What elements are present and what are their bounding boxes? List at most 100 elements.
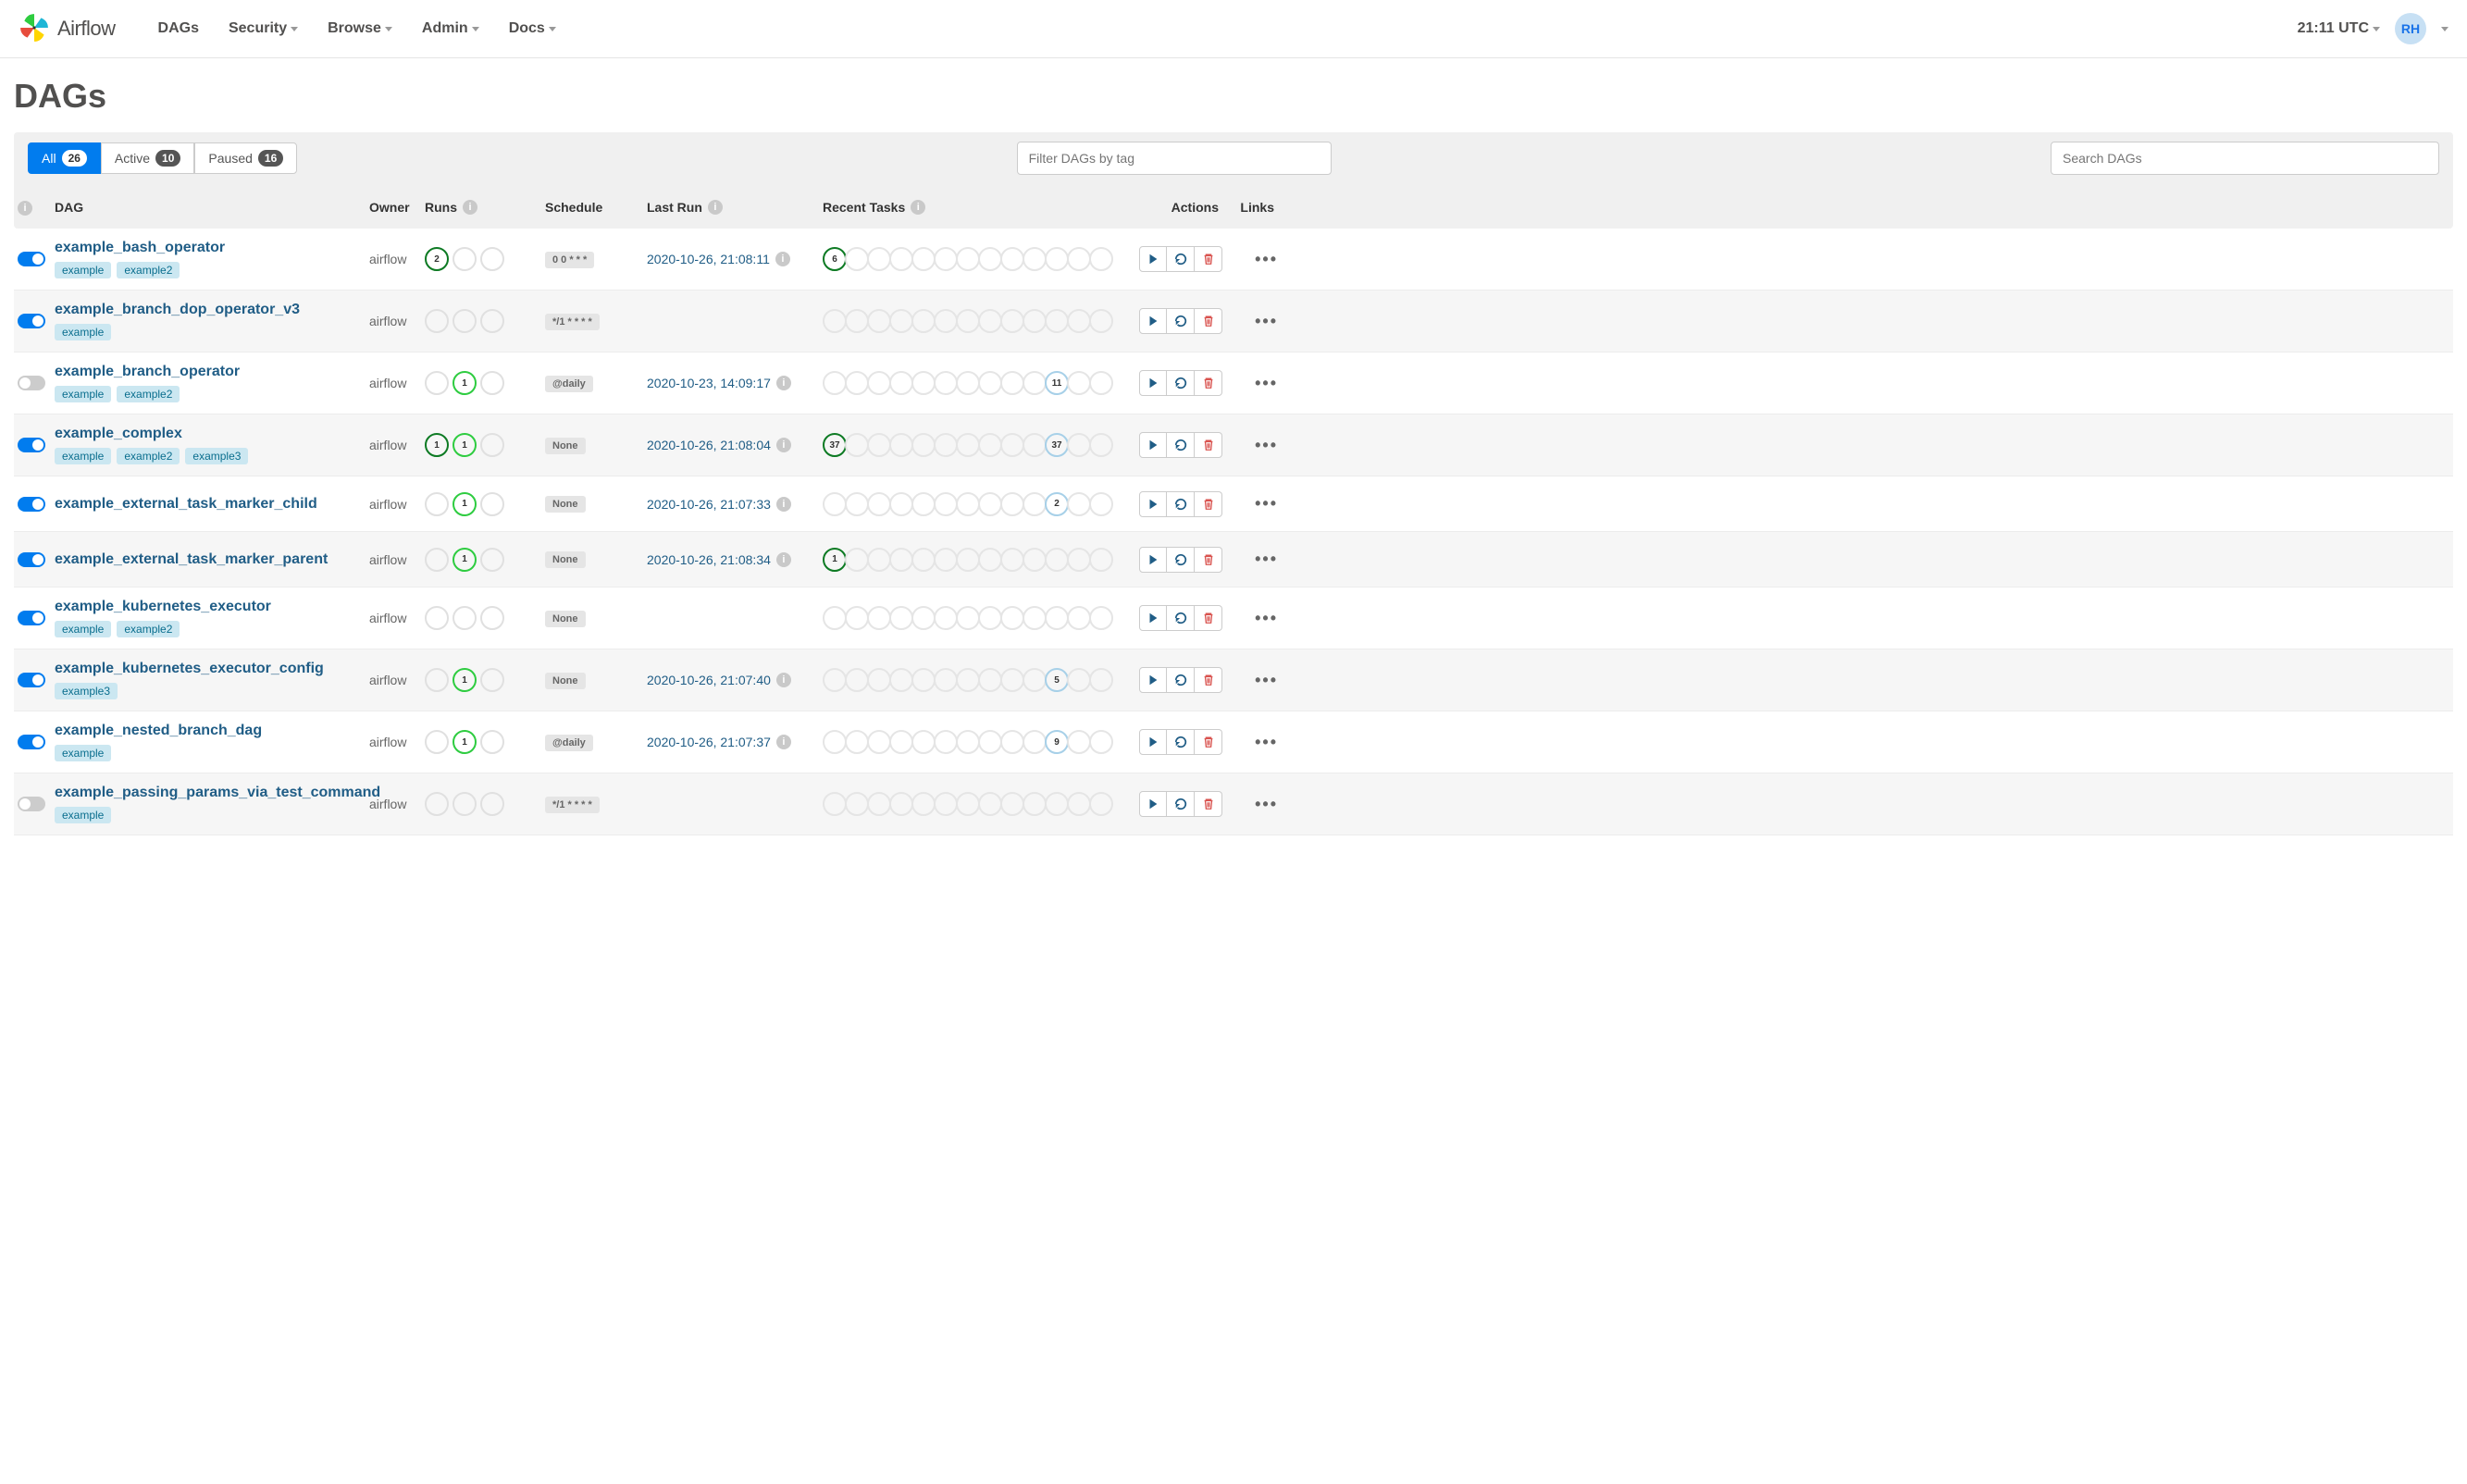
task-status-circle[interactable] <box>1000 309 1024 333</box>
tag[interactable]: example2 <box>117 386 180 402</box>
task-status-circle[interactable] <box>845 668 869 692</box>
delete-button[interactable] <box>1195 246 1222 272</box>
task-status-circle[interactable] <box>1045 606 1069 630</box>
info-icon[interactable]: i <box>708 200 723 215</box>
dag-link[interactable]: example_branch_dop_operator_v3 <box>55 302 300 317</box>
last-run-link[interactable]: 2020-10-26, 21:08:34 <box>647 552 771 567</box>
refresh-button[interactable] <box>1167 308 1195 334</box>
task-status-circle[interactable] <box>911 433 936 457</box>
task-status-circle[interactable] <box>889 247 913 271</box>
schedule-badge[interactable]: None <box>545 496 586 513</box>
schedule-badge[interactable]: None <box>545 611 586 627</box>
search-dags-input[interactable] <box>2051 142 2439 175</box>
refresh-button[interactable] <box>1167 547 1195 573</box>
task-status-circle[interactable] <box>934 433 958 457</box>
dag-link[interactable]: example_kubernetes_executor_config <box>55 661 324 676</box>
schedule-badge[interactable]: @daily <box>545 735 593 751</box>
trigger-button[interactable] <box>1139 729 1167 755</box>
nav-link-docs[interactable]: Docs <box>494 2 571 56</box>
task-status-circle[interactable]: 5 <box>1045 668 1069 692</box>
run-status-circle[interactable]: 1 <box>452 668 477 692</box>
nav-link-security[interactable]: Security <box>214 2 313 56</box>
task-status-circle[interactable] <box>867 371 891 395</box>
task-status-circle[interactable] <box>978 792 1002 816</box>
task-status-circle[interactable] <box>867 433 891 457</box>
dag-link[interactable]: example_external_task_marker_child <box>55 496 317 512</box>
task-status-circle[interactable]: 37 <box>823 433 847 457</box>
task-status-circle[interactable] <box>911 730 936 754</box>
info-icon[interactable]: i <box>776 673 791 687</box>
task-status-circle[interactable] <box>867 492 891 516</box>
task-status-circle[interactable] <box>823 606 847 630</box>
delete-button[interactable] <box>1195 791 1222 817</box>
task-status-circle[interactable] <box>1067 668 1091 692</box>
task-status-circle[interactable] <box>1023 492 1047 516</box>
task-status-circle[interactable] <box>845 433 869 457</box>
task-status-circle[interactable] <box>1067 433 1091 457</box>
dag-link[interactable]: example_external_task_marker_parent <box>55 551 328 567</box>
task-status-circle[interactable]: 6 <box>823 247 847 271</box>
more-links-button[interactable]: ••• <box>1255 494 1278 513</box>
task-status-circle[interactable] <box>1067 371 1091 395</box>
task-status-circle[interactable]: 37 <box>1045 433 1069 457</box>
task-status-circle[interactable] <box>978 668 1002 692</box>
refresh-button[interactable] <box>1167 667 1195 693</box>
task-status-circle[interactable] <box>889 606 913 630</box>
run-status-circle[interactable]: 2 <box>425 247 449 271</box>
refresh-button[interactable] <box>1167 605 1195 631</box>
pause-toggle[interactable] <box>18 252 45 266</box>
task-status-circle[interactable] <box>1067 309 1091 333</box>
task-status-circle[interactable] <box>911 247 936 271</box>
run-status-circle[interactable] <box>425 492 449 516</box>
run-status-circle[interactable] <box>425 668 449 692</box>
more-links-button[interactable]: ••• <box>1255 250 1278 269</box>
task-status-circle[interactable] <box>1023 730 1047 754</box>
run-status-circle[interactable] <box>425 309 449 333</box>
schedule-badge[interactable]: 0 0 * * * <box>545 252 594 268</box>
task-status-circle[interactable]: 1 <box>823 548 847 572</box>
tab-active[interactable]: Active 10 <box>101 142 194 174</box>
task-status-circle[interactable] <box>1023 247 1047 271</box>
task-status-circle[interactable] <box>978 247 1002 271</box>
task-status-circle[interactable] <box>934 792 958 816</box>
task-status-circle[interactable] <box>889 548 913 572</box>
nav-link-browse[interactable]: Browse <box>313 2 407 56</box>
task-status-circle[interactable] <box>867 309 891 333</box>
trigger-button[interactable] <box>1139 667 1167 693</box>
info-icon[interactable]: i <box>776 438 791 452</box>
task-status-circle[interactable] <box>956 309 980 333</box>
task-status-circle[interactable] <box>823 492 847 516</box>
run-status-circle[interactable]: 1 <box>452 548 477 572</box>
task-status-circle[interactable] <box>911 668 936 692</box>
task-status-circle[interactable] <box>1045 309 1069 333</box>
task-status-circle[interactable] <box>845 548 869 572</box>
refresh-button[interactable] <box>1167 246 1195 272</box>
run-status-circle[interactable]: 1 <box>452 730 477 754</box>
run-status-circle[interactable] <box>452 309 477 333</box>
tag[interactable]: example <box>55 745 111 761</box>
task-status-circle[interactable] <box>1067 247 1091 271</box>
task-status-circle[interactable] <box>845 792 869 816</box>
th-last-run[interactable]: Last Run <box>647 200 702 215</box>
run-status-circle[interactable]: 1 <box>425 433 449 457</box>
task-status-circle[interactable] <box>934 247 958 271</box>
more-links-button[interactable]: ••• <box>1255 795 1278 814</box>
task-status-circle[interactable] <box>956 371 980 395</box>
run-status-circle[interactable] <box>480 730 504 754</box>
task-status-circle[interactable] <box>867 606 891 630</box>
run-status-circle[interactable] <box>480 309 504 333</box>
dag-link[interactable]: example_complex <box>55 426 182 441</box>
run-status-circle[interactable] <box>480 492 504 516</box>
task-status-circle[interactable] <box>1067 548 1091 572</box>
trigger-button[interactable] <box>1139 791 1167 817</box>
run-status-circle[interactable] <box>480 371 504 395</box>
task-status-circle[interactable] <box>1000 730 1024 754</box>
task-status-circle[interactable] <box>1089 492 1113 516</box>
task-status-circle[interactable] <box>1089 247 1113 271</box>
task-status-circle[interactable] <box>1089 309 1113 333</box>
task-status-circle[interactable] <box>1023 606 1047 630</box>
task-status-circle[interactable] <box>1089 792 1113 816</box>
pause-toggle[interactable] <box>18 552 45 567</box>
last-run-link[interactable]: 2020-10-26, 21:07:40 <box>647 673 771 687</box>
dag-link[interactable]: example_branch_operator <box>55 364 240 379</box>
